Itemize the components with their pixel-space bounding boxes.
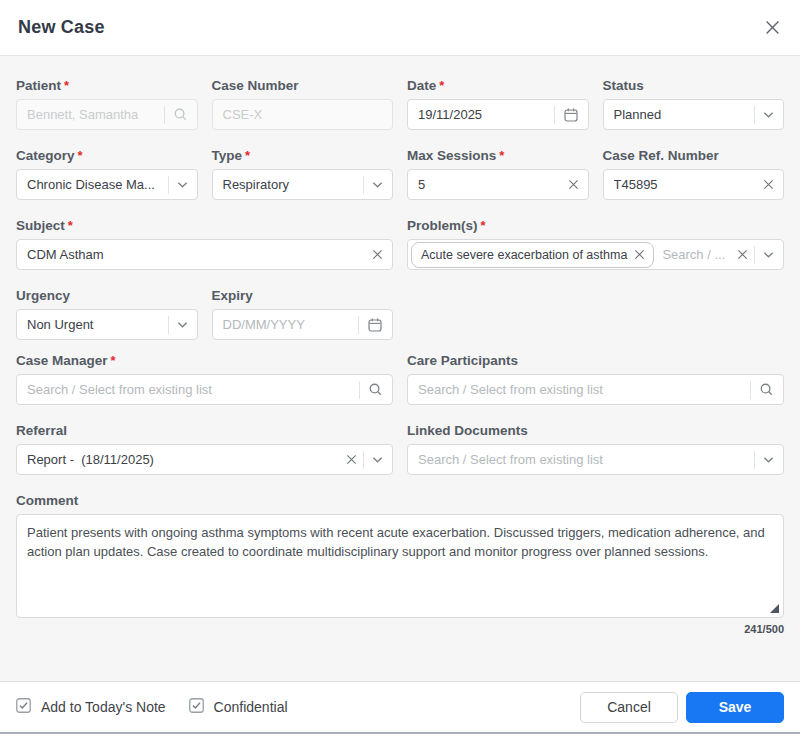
- required-marker: *: [78, 148, 83, 163]
- max-sessions-label: Max Sessions: [407, 148, 496, 163]
- problem-tag: Acute severe exacerbation of asthma: [411, 242, 654, 268]
- field-referral: Referral Report - (18/11/2025): [16, 423, 393, 475]
- field-patient: Patient* Bennett, Samantha: [16, 78, 198, 130]
- clear-icon[interactable]: [568, 179, 579, 190]
- field-case-ref: Case Ref. Number T45895: [603, 148, 785, 200]
- required-marker: *: [245, 148, 250, 163]
- max-sessions-input[interactable]: 5: [407, 169, 589, 200]
- required-marker: *: [481, 218, 486, 233]
- required-marker: *: [499, 148, 504, 163]
- comment-label: Comment: [16, 493, 78, 508]
- dialog-footer: Add to Today's Note Confidential Cancel …: [0, 681, 800, 734]
- field-max-sessions: Max Sessions* 5: [407, 148, 589, 200]
- comment-textarea[interactable]: Patient presents with ongoing asthma sym…: [16, 514, 784, 618]
- type-label: Type: [212, 148, 243, 163]
- date-label: Date: [407, 78, 436, 93]
- required-marker: *: [439, 78, 444, 93]
- field-comment: Comment Patient presents with ongoing as…: [16, 493, 784, 635]
- status-select[interactable]: Planned: [603, 99, 785, 130]
- required-marker: *: [111, 353, 116, 368]
- chevron-down-icon[interactable]: [177, 181, 188, 189]
- category-label: Category: [16, 148, 75, 163]
- checkbox-label: Confidential: [214, 699, 288, 715]
- char-count: 241/500: [16, 623, 784, 635]
- case-number-input: CSE-X: [212, 99, 394, 130]
- type-select[interactable]: Respiratory: [212, 169, 394, 200]
- required-marker: *: [64, 78, 69, 93]
- linked-documents-input[interactable]: Search / Select from existing list: [407, 444, 784, 475]
- field-status: Status Planned: [603, 78, 785, 130]
- expiry-input[interactable]: DD/MM/YYYY: [212, 309, 394, 340]
- field-date: Date* 19/11/2025: [407, 78, 589, 130]
- case-number-label: Case Number: [212, 78, 299, 93]
- field-expiry: Expiry DD/MM/YYYY: [212, 288, 394, 340]
- checkbox-checked-icon[interactable]: [16, 698, 31, 717]
- care-participants-label: Care Participants: [407, 353, 518, 368]
- field-care-participants: Care Participants Search / Select from e…: [407, 353, 784, 405]
- subject-label: Subject: [16, 218, 65, 233]
- dialog-title: New Case: [18, 17, 105, 38]
- field-case-manager: Case Manager* Search / Select from exist…: [16, 353, 393, 405]
- field-urgency: Urgency Non Urgent: [16, 288, 198, 340]
- search-icon[interactable]: [368, 382, 383, 397]
- dialog-body: Patient* Bennett, Samantha Case Number C…: [0, 56, 800, 681]
- patient-input[interactable]: Bennett, Samantha: [16, 99, 198, 130]
- chevron-down-icon[interactable]: [372, 456, 383, 464]
- clear-icon[interactable]: [737, 249, 748, 260]
- care-participants-input[interactable]: Search / Select from existing list: [407, 374, 784, 405]
- case-manager-label: Case Manager: [16, 353, 108, 368]
- case-manager-input[interactable]: Search / Select from existing list: [16, 374, 393, 405]
- field-subject: Subject* CDM Astham: [16, 218, 393, 270]
- expiry-label: Expiry: [212, 288, 253, 303]
- clear-icon[interactable]: [346, 454, 357, 465]
- clear-icon[interactable]: [763, 179, 774, 190]
- problems-input[interactable]: Acute severe exacerbation of asthma Sear…: [407, 239, 784, 270]
- clear-icon[interactable]: [372, 249, 383, 260]
- remove-tag-icon[interactable]: [634, 249, 645, 260]
- dialog-header: New Case: [0, 0, 800, 56]
- field-category: Category* Chronic Disease Ma...: [16, 148, 198, 200]
- checkbox-label: Add to Today's Note: [41, 699, 166, 715]
- field-problems: Problem(s)* Acute severe exacerbation of…: [407, 218, 784, 270]
- category-select[interactable]: Chronic Disease Ma...: [16, 169, 198, 200]
- search-icon[interactable]: [759, 382, 774, 397]
- status-label: Status: [603, 78, 644, 93]
- field-case-number: Case Number CSE-X: [212, 78, 394, 130]
- referral-select[interactable]: Report - (18/11/2025): [16, 444, 393, 475]
- case-ref-label: Case Ref. Number: [603, 148, 719, 163]
- chevron-down-icon[interactable]: [177, 321, 188, 329]
- date-input[interactable]: 19/11/2025: [407, 99, 589, 130]
- checkbox-confidential[interactable]: Confidential: [189, 698, 288, 717]
- resize-handle-icon[interactable]: [770, 604, 779, 613]
- chevron-down-icon[interactable]: [763, 111, 774, 119]
- field-linked-documents: Linked Documents Search / Select from ex…: [407, 423, 784, 475]
- save-button[interactable]: Save: [686, 692, 784, 723]
- case-ref-input[interactable]: T45895: [603, 169, 785, 200]
- urgency-select[interactable]: Non Urgent: [16, 309, 198, 340]
- chevron-down-icon[interactable]: [763, 456, 774, 464]
- checkbox-checked-icon[interactable]: [189, 698, 204, 717]
- calendar-icon[interactable]: [563, 107, 579, 123]
- problems-label: Problem(s): [407, 218, 478, 233]
- linked-documents-label: Linked Documents: [407, 423, 528, 438]
- close-icon[interactable]: [765, 20, 780, 35]
- calendar-icon[interactable]: [367, 317, 383, 333]
- search-icon[interactable]: [173, 107, 188, 122]
- chevron-down-icon[interactable]: [763, 251, 774, 259]
- chevron-down-icon[interactable]: [372, 181, 383, 189]
- urgency-label: Urgency: [16, 288, 70, 303]
- referral-label: Referral: [16, 423, 67, 438]
- subject-input[interactable]: CDM Astham: [16, 239, 393, 270]
- checkbox-add-to-todays-note[interactable]: Add to Today's Note: [16, 698, 166, 717]
- required-marker: *: [68, 218, 73, 233]
- cancel-button[interactable]: Cancel: [580, 692, 678, 723]
- patient-label: Patient: [16, 78, 61, 93]
- field-type: Type* Respiratory: [212, 148, 394, 200]
